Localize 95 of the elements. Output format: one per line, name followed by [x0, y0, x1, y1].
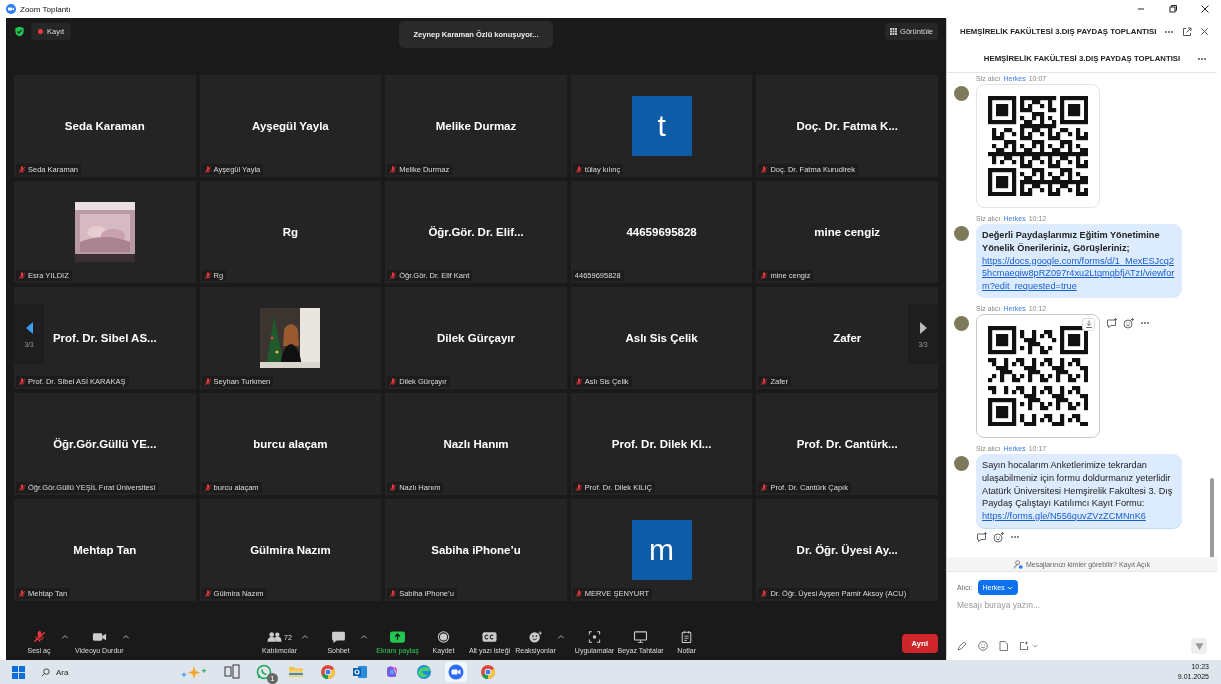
image-attachment[interactable]	[976, 84, 1100, 208]
reply-icon[interactable]	[976, 531, 987, 543]
participant-name: Prof. Dr. Cantürk...	[796, 438, 898, 450]
smiley-plus-icon	[528, 631, 543, 643]
participant-name: Prof. Dr. Sibel AS...	[52, 332, 157, 344]
file-icon[interactable]	[999, 641, 1008, 651]
menu-caret-button[interactable]	[359, 632, 369, 641]
participant-name: Doç. Dr. Fatma K...	[796, 120, 898, 132]
recording-dot-icon	[38, 29, 43, 34]
avatar	[954, 86, 969, 101]
chat-bubble-icon	[331, 631, 346, 643]
grid-icon	[890, 28, 898, 35]
browser-icon	[320, 664, 336, 680]
download-icon	[1084, 320, 1093, 329]
avatar: t	[631, 96, 692, 156]
people-icon	[267, 631, 283, 643]
shield-check-icon	[14, 26, 25, 37]
folder-icon	[288, 664, 304, 680]
add-reaction-icon[interactable]	[1123, 318, 1134, 329]
scrollbar-thumb[interactable]	[1210, 478, 1214, 557]
swirl-icon	[384, 664, 400, 680]
download-button[interactable]	[1082, 318, 1095, 331]
avatar	[954, 316, 969, 331]
message-link[interactable]: https://forms.gle/N556quvZVzZCMNnK6	[982, 510, 1176, 523]
participant-name: mine cengiz	[814, 226, 881, 238]
participant-name: Seda Karaman	[64, 120, 145, 132]
participant-name: burcu alaçam	[253, 438, 328, 450]
caret-icon	[60, 632, 69, 641]
reply-icon[interactable]	[1106, 318, 1117, 329]
restore-icon[interactable]	[1168, 4, 1178, 14]
video-camera-icon	[91, 631, 107, 643]
mail-app-icon	[352, 664, 368, 680]
participant-name: 44659695828	[626, 226, 697, 238]
privacy-icon	[1013, 559, 1023, 569]
close-icon[interactable]	[1200, 27, 1209, 36]
avatar	[954, 456, 969, 471]
caret-icon	[122, 632, 130, 641]
participant-name: Gülmira Nazım	[250, 544, 331, 556]
participant-name: Melike Durmaz	[435, 120, 517, 132]
notification-badge: 1	[267, 673, 278, 684]
avatar: m	[631, 520, 692, 580]
captions-icon	[482, 631, 497, 643]
caret-icon	[360, 632, 368, 641]
participant-name: Zafer	[833, 332, 862, 344]
record-icon	[436, 631, 451, 643]
menu-caret-button[interactable]	[556, 632, 566, 641]
participant-name: Aslı Sis Çelik	[625, 332, 698, 344]
participant-name: Nazlı Hanım	[443, 438, 509, 450]
taskbar-app-button[interactable]: 1	[253, 662, 275, 682]
close-icon[interactable]	[1200, 4, 1210, 14]
participant-name: Rg	[282, 226, 299, 238]
task-view-icon	[224, 664, 240, 680]
participant-name: Prof. Dr. Dilek KI...	[611, 438, 712, 450]
send-button[interactable]	[1191, 638, 1207, 654]
participant-name: Dilek Gürçayır	[437, 332, 515, 344]
add-reaction-icon[interactable]	[993, 531, 1004, 543]
image-attachment[interactable]	[976, 314, 1100, 438]
screenshot-icon[interactable]	[1019, 641, 1029, 651]
message-text: Sayın hocalarım Anketlerimize tekrardan ulaşabilmeniz için formu doldurmanız yeterlidir Atatürk Üniversitesi Hemşirelik Fakültesi 3. Dış Paydaş Çalıştayı Katılımcı Kayıt Formu:	[982, 459, 1174, 511]
caret-icon	[301, 632, 309, 641]
caret-icon[interactable]	[1032, 643, 1038, 649]
menu-caret-button[interactable]	[300, 632, 310, 641]
share-screen-icon	[390, 631, 405, 643]
participant-name: Öğr.Gör. Dr. Elif...	[428, 226, 524, 238]
taskbar-app-button[interactable]	[221, 662, 243, 682]
menu-caret-button[interactable]	[121, 632, 131, 641]
whiteboard-icon	[633, 631, 649, 643]
windows-logo-icon[interactable]	[12, 665, 25, 679]
message-text: Değerli Paydaşlarımız Eğitim Yönetimine Yönelik Önerileriniz, Görüşleriniz;	[982, 229, 1161, 255]
emoji-icon[interactable]	[978, 641, 988, 651]
menu-caret-button[interactable]	[60, 632, 69, 641]
right-arrow-icon	[917, 320, 929, 335]
participant-name: Öğr.Gör.Güllü YE...	[53, 438, 157, 450]
format-pen-icon[interactable]	[957, 641, 967, 651]
apps-icon	[587, 631, 602, 643]
phone-chat-icon	[256, 664, 272, 680]
search-field[interactable]: Ara	[33, 663, 209, 681]
taskbar-app-button[interactable]	[445, 662, 467, 682]
search-icon	[41, 667, 50, 677]
participant-name: Mehtap Tan	[73, 544, 137, 556]
participant-name: Dr. Öğr. Üyesi Ay...	[796, 544, 898, 556]
pop-out-icon[interactable]	[1182, 26, 1192, 37]
send-icon	[1194, 641, 1204, 651]
chevron-down-icon	[1006, 584, 1013, 591]
avatar	[954, 226, 969, 241]
participant-name: Sabiha iPhone’u	[431, 544, 521, 556]
wave-icon	[416, 664, 432, 680]
window-title: Zoom Toplantı	[20, 4, 72, 14]
browser-icon	[480, 664, 496, 680]
app-logo-icon	[6, 4, 16, 14]
participant-name: Ayşegül Yayla	[252, 120, 329, 132]
message-link[interactable]: https://docs.google.com/forms/d/1_MexESJcq25hcmaegiw8pRZ097r4xu2LtgmgbfjATzI/viewform?edit_requested=true	[982, 254, 1176, 293]
caret-icon	[557, 632, 565, 641]
video-app-icon	[448, 664, 464, 680]
sparkle-icon	[179, 665, 209, 679]
